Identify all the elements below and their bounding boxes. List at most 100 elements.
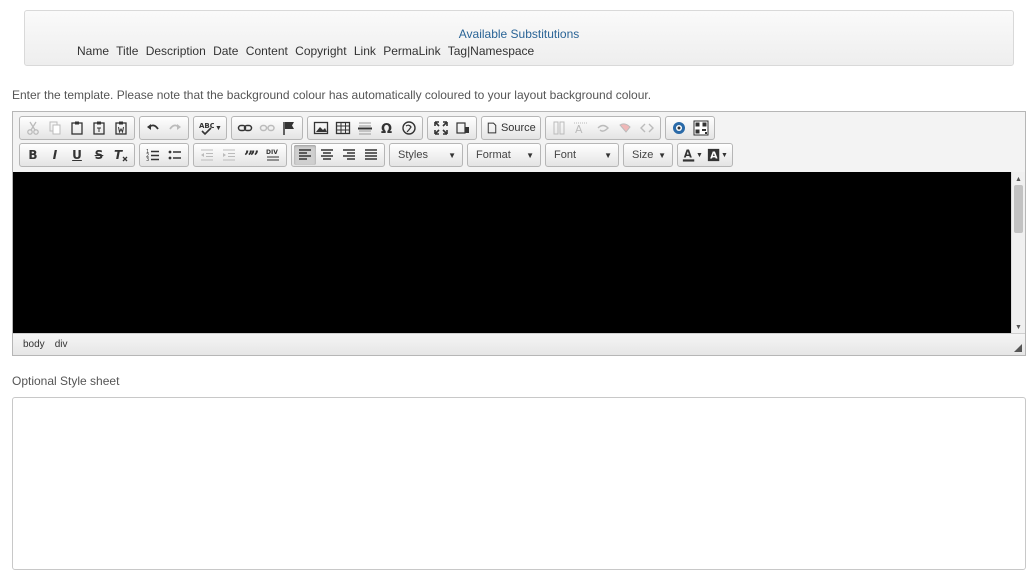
format-label: Format	[476, 149, 511, 161]
spellcheck-icon[interactable]: ABC ▼	[196, 118, 224, 138]
link-group	[230, 116, 303, 140]
media-icon[interactable]	[668, 118, 690, 138]
bulleted-list-icon[interactable]	[164, 145, 186, 165]
svg-text:T: T	[114, 148, 123, 162]
anchor-flag-icon[interactable]	[278, 118, 300, 138]
show-blocks-icon[interactable]	[452, 118, 474, 138]
template-hint: Enter the template. Please note that the…	[12, 88, 652, 102]
chevron-down-icon: ▼	[658, 150, 666, 160]
outdent-icon[interactable]	[196, 145, 218, 165]
svg-text:A: A	[710, 151, 718, 162]
indent-group: ”” DIV	[193, 143, 287, 167]
styles-dropdown[interactable]: Styles ▼	[389, 143, 463, 167]
scroll-thumb[interactable]	[1014, 185, 1023, 233]
undo-group	[139, 116, 189, 140]
undo-format-icon[interactable]	[592, 118, 614, 138]
substitution-item: Link	[353, 44, 376, 58]
scroll-down-arrow-icon[interactable]: ▼	[1012, 321, 1025, 333]
substitutions-panel: Available Substitutions Name Title Descr…	[24, 10, 1014, 66]
italic-button[interactable]: I	[44, 145, 66, 165]
code-icon[interactable]	[636, 118, 658, 138]
strike-button[interactable]: S	[88, 145, 110, 165]
substitutions-title: Available Substitutions	[458, 27, 580, 41]
svg-text:3: 3	[146, 157, 149, 163]
extra-group	[664, 116, 715, 140]
stylesheet-label: Optional Style sheet	[12, 374, 120, 388]
basic-style-group: B I U S T	[19, 143, 135, 167]
format-dropdown[interactable]: Format ▼	[467, 143, 541, 167]
substitution-item: Date	[213, 44, 239, 58]
substitutions-list: Name Title Description Date Content Copy…	[77, 44, 538, 58]
size-dropdown[interactable]: Size ▼	[623, 143, 673, 167]
align-left-icon[interactable]	[294, 145, 316, 165]
toolbar-row-2: B I U S T 123 ”” DIV Styles ▼ Format ▼ F…	[19, 143, 737, 167]
list-group: 123	[139, 143, 189, 167]
replace-icon[interactable]: A	[570, 118, 592, 138]
substitution-item: Description	[145, 44, 206, 58]
paste-icon[interactable]	[66, 118, 88, 138]
editor-content-area[interactable]	[13, 172, 1011, 334]
substitution-item: Tag|Namespace	[447, 44, 535, 58]
div-container-icon[interactable]: DIV	[262, 145, 284, 165]
underline-button[interactable]: U	[66, 145, 88, 165]
image-icon[interactable]	[310, 118, 332, 138]
clipboard-group	[19, 116, 135, 140]
element-path-bar: body div	[13, 333, 1025, 355]
table-icon[interactable]	[332, 118, 354, 138]
horizontal-rule-icon[interactable]	[354, 118, 376, 138]
stylesheet-textarea[interactable]	[12, 397, 1026, 570]
svg-text:”: ”	[250, 147, 259, 163]
blockquote-icon[interactable]: ””	[240, 145, 262, 165]
chevron-down-icon: ▼	[526, 150, 534, 160]
source-button[interactable]: Source	[484, 118, 538, 138]
substitution-item: Title	[116, 44, 139, 58]
scroll-up-arrow-icon[interactable]: ▲	[1012, 173, 1025, 185]
svg-text:ABC: ABC	[199, 122, 214, 130]
color-group: A ▼ A ▼	[677, 143, 733, 167]
indent-icon[interactable]	[218, 145, 240, 165]
qrcode-icon[interactable]	[690, 118, 712, 138]
cut-icon[interactable]	[22, 118, 44, 138]
svg-text:A: A	[575, 123, 583, 136]
size-label: Size	[632, 149, 654, 161]
copy-icon[interactable]	[44, 118, 66, 138]
path-item-body[interactable]: body	[23, 339, 45, 350]
align-justify-icon[interactable]	[360, 145, 382, 165]
view-group	[426, 116, 477, 140]
remove-icon[interactable]	[614, 118, 636, 138]
chevron-down-icon: ▼	[448, 150, 456, 160]
iframe-globe-icon[interactable]	[398, 118, 420, 138]
chevron-down-icon: ▼	[604, 150, 612, 160]
resize-handle-icon[interactable]	[1014, 344, 1022, 352]
numbered-list-icon[interactable]: 123	[142, 145, 164, 165]
substitution-item: Name	[77, 44, 110, 58]
align-right-icon[interactable]	[338, 145, 360, 165]
align-center-icon[interactable]	[316, 145, 338, 165]
redo-icon[interactable]	[164, 118, 186, 138]
special-char-icon[interactable]: Ω	[376, 118, 398, 138]
find-icon[interactable]	[548, 118, 570, 138]
substitution-item: PermaLink	[383, 44, 441, 58]
unlink-icon[interactable]	[256, 118, 278, 138]
editor-scrollbar[interactable]: ▲ ▼	[1011, 172, 1025, 334]
toolbar-row-1: ABC ▼ Ω Source A	[19, 116, 719, 140]
source-group: Source	[480, 116, 541, 140]
rich-text-editor: ABC ▼ Ω Source A B I U S T 1 2 3 ” ” DIV…	[12, 111, 1026, 356]
substitution-item: Copyright	[295, 44, 347, 58]
link-icon[interactable]	[234, 118, 256, 138]
background-color-icon[interactable]: A ▼	[705, 145, 730, 165]
align-group	[291, 143, 385, 167]
maximize-icon[interactable]	[430, 118, 452, 138]
remove-format-icon[interactable]: T	[110, 145, 132, 165]
source-label: Source	[500, 122, 536, 134]
font-dropdown[interactable]: Font ▼	[545, 143, 619, 167]
svg-text:A: A	[684, 149, 693, 161]
find-group: A	[544, 116, 661, 140]
paste-word-icon[interactable]	[110, 118, 132, 138]
bold-button[interactable]: B	[22, 145, 44, 165]
paste-text-icon[interactable]	[88, 118, 110, 138]
font-label: Font	[554, 149, 577, 161]
undo-icon[interactable]	[142, 118, 164, 138]
path-item-div[interactable]: div	[55, 339, 68, 350]
text-color-icon[interactable]: A ▼	[680, 145, 705, 165]
